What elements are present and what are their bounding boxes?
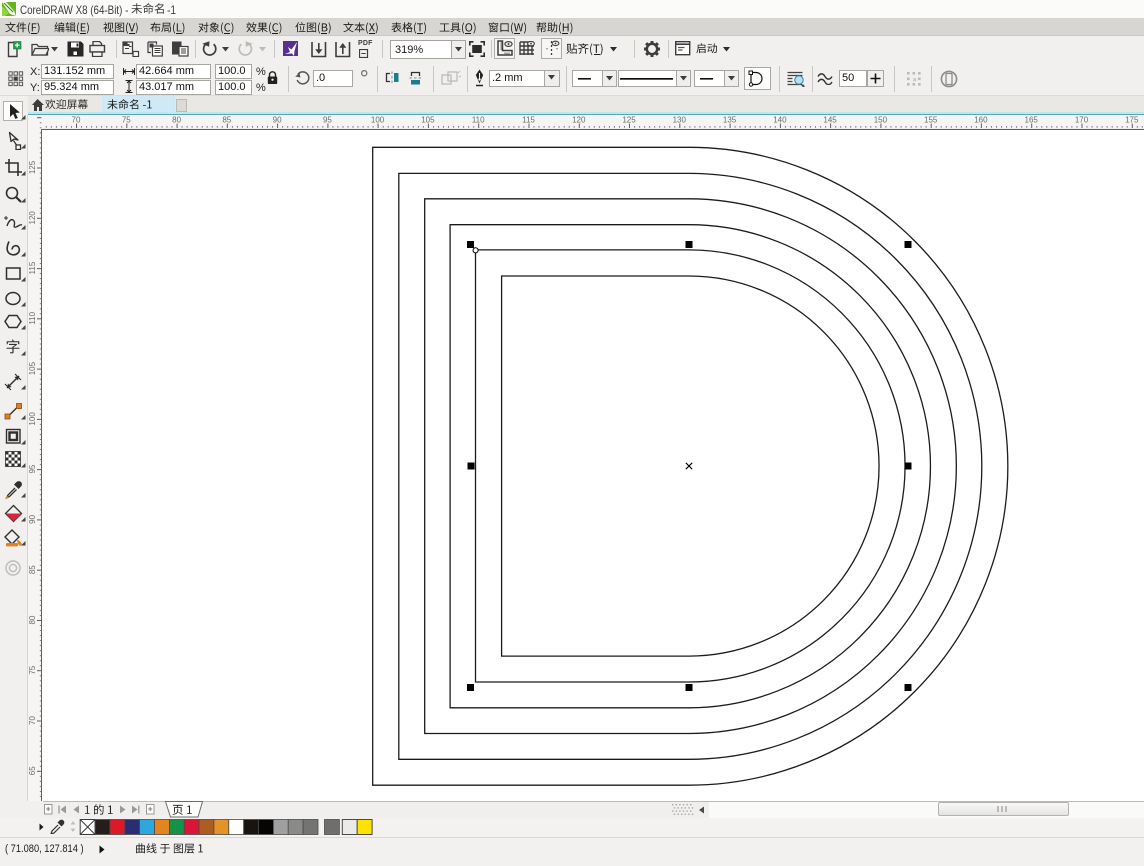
svg-text:75: 75 [28, 665, 37, 674]
svg-text:105: 105 [28, 361, 37, 375]
svg-text:100: 100 [371, 116, 385, 125]
svg-text:120: 120 [28, 211, 37, 225]
svg-text:130: 130 [673, 116, 687, 125]
svg-text:175: 175 [1125, 116, 1139, 125]
svg-text:140: 140 [773, 116, 787, 125]
svg-text:90: 90 [28, 514, 37, 523]
svg-text:145: 145 [823, 116, 837, 125]
svg-text:95: 95 [323, 116, 332, 125]
svg-text:155: 155 [924, 116, 938, 125]
svg-text:85: 85 [222, 116, 231, 125]
svg-text:70: 70 [72, 116, 81, 125]
svg-text:85: 85 [28, 565, 37, 574]
svg-text:75: 75 [122, 116, 131, 125]
svg-text:110: 110 [472, 116, 485, 125]
svg-text:115: 115 [522, 116, 535, 125]
svg-text:80: 80 [172, 116, 181, 125]
svg-text:115: 115 [28, 261, 37, 274]
svg-text:135: 135 [723, 116, 737, 125]
svg-text:100: 100 [28, 412, 37, 426]
svg-text:150: 150 [874, 116, 888, 125]
svg-text:125: 125 [622, 116, 636, 125]
svg-text:120: 120 [572, 116, 586, 125]
svg-text:65: 65 [28, 766, 37, 775]
svg-text:70: 70 [28, 716, 37, 725]
svg-text:80: 80 [28, 615, 37, 624]
svg-text:95: 95 [28, 464, 37, 473]
svg-text:125: 125 [28, 160, 37, 174]
svg-text:160: 160 [974, 116, 988, 125]
svg-text:165: 165 [1025, 116, 1039, 125]
svg-text:105: 105 [421, 116, 435, 125]
svg-text:170: 170 [1075, 116, 1089, 125]
svg-text:90: 90 [273, 116, 282, 125]
svg-text:110: 110 [28, 311, 37, 324]
